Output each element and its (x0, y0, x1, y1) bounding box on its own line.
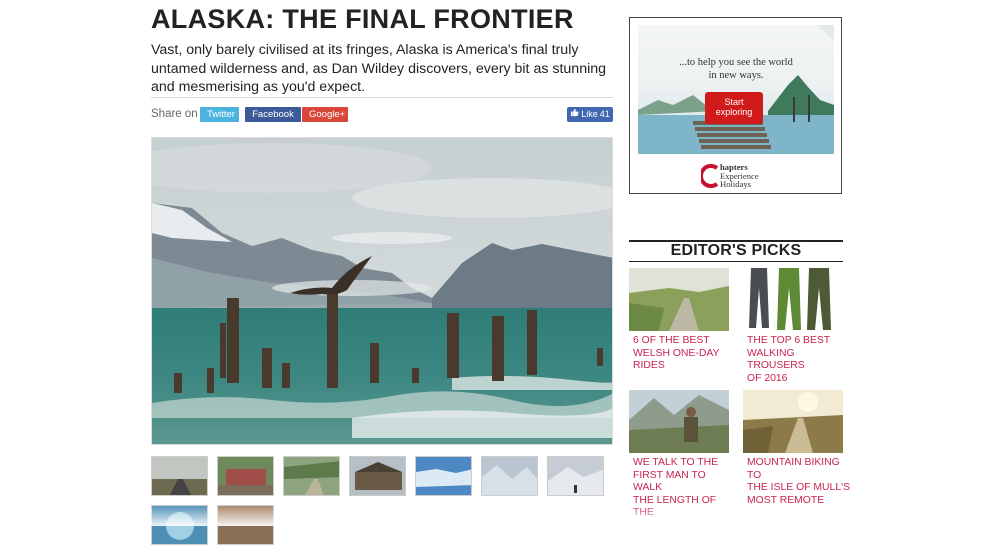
gallery-thumbnail[interactable] (415, 456, 472, 496)
article-standfirst: Vast, only barely civilised at its fring… (151, 42, 607, 96)
pick-caption-line: WELSH ONE-DAY (633, 347, 720, 359)
gallery-thumbnail[interactable] (349, 456, 406, 496)
ad-brand-line: Holidays (720, 179, 752, 190)
pick-caption-line: MOUNTAIN BIKING TO (747, 457, 840, 481)
gallery-thumbnail[interactable] (481, 456, 538, 496)
share-facebook-button[interactable]: Facebook (245, 107, 301, 122)
pick-caption-line: 6 OF THE BEST (633, 335, 710, 346)
pick-caption-line: WE TALK TO THE (633, 457, 719, 468)
chapters-logo-icon (701, 164, 719, 188)
pick-caption-line: FIRST MAN TO WALK (633, 469, 706, 494)
article-title: ALASKA: THE FINAL FRONTIER (151, 4, 574, 34)
ad-cta-line: Start (724, 97, 744, 107)
hero-alaska-photo (152, 138, 612, 444)
pick-caption-line: THE TOP 6 BEST (747, 335, 831, 346)
share-google-button[interactable]: Google+ (302, 107, 348, 122)
ad-brand-name: hapters Experience Holidays (720, 163, 759, 189)
ad-tagline: ...to help you see the world in new ways… (638, 57, 834, 82)
picks-bottom-rule (629, 261, 843, 262)
gallery-thumbnail[interactable] (217, 456, 274, 496)
thumbs-up-icon (570, 107, 579, 122)
pick-caption[interactable]: MOUNTAIN BIKING TO THE ISLE OF MULL'S MO… (747, 457, 851, 507)
editors-picks-heading: EDITOR'S PICKS (670, 242, 802, 259)
like-count: 41 (599, 109, 610, 119)
pick-caption-line: THE ISLE OF MULL'S (747, 482, 851, 494)
like-label: Like (581, 109, 598, 119)
facebook-like-button[interactable]: Like 41 (567, 107, 613, 122)
pick-image-walker[interactable] (629, 390, 729, 453)
pick-image-mountain-biking[interactable] (743, 390, 843, 453)
pick-caption-line: OF 2016 (747, 372, 788, 384)
ad-brand-logo: hapters Experience Holidays (701, 163, 781, 189)
gallery-thumbnail[interactable] (283, 456, 340, 496)
pick-caption[interactable]: THE TOP 6 BEST WALKING TROUSERS OF 2016 (747, 335, 851, 385)
ad-cta-line: exploring (715, 107, 753, 117)
page-fade (0, 505, 1000, 526)
ad-start-exploring-button[interactable]: Start exploring (705, 92, 763, 124)
pick-caption-line: WALKING TROUSERS (747, 347, 805, 372)
ad-tagline-line: ...to help you see the world (679, 57, 793, 68)
share-twitter-button[interactable]: Twitter (200, 107, 239, 122)
gallery-thumbnail[interactable] (547, 456, 604, 496)
advertisement[interactable]: ...to help you see the world in new ways… (629, 17, 842, 194)
gallery-thumbnail[interactable] (151, 456, 208, 496)
ad-background-image (638, 25, 834, 154)
ad-banner: ...to help you see the world in new ways… (638, 25, 834, 154)
pick-image-welsh-rides[interactable] (629, 268, 729, 331)
pick-caption-line: RIDES (633, 360, 665, 372)
pick-image-walking-trousers[interactable] (743, 268, 843, 331)
hero-image[interactable] (151, 137, 613, 445)
divider (151, 97, 613, 98)
pick-caption[interactable]: 6 OF THE BEST WELSH ONE-DAY RIDES (633, 335, 737, 373)
ad-tagline-line: in new ways. (708, 69, 764, 81)
share-label: Share on (151, 108, 198, 120)
